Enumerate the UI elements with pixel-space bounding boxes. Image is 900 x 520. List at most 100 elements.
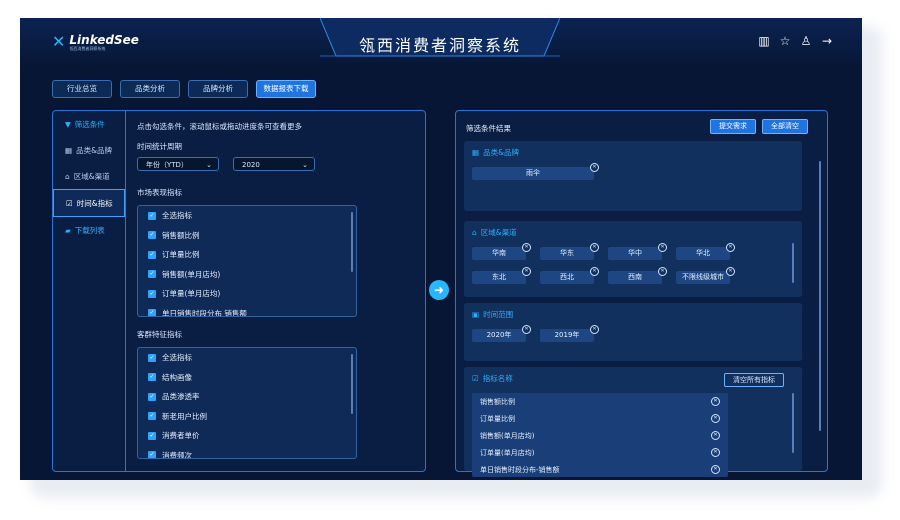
- panel-scrollbar[interactable]: [819, 161, 821, 431]
- list-item[interactable]: ✓ 消费者单价: [138, 426, 356, 446]
- list-item[interactable]: ✓ 订单量比例: [138, 245, 356, 265]
- close-icon[interactable]: ✕: [522, 325, 531, 334]
- scrollbar[interactable]: [792, 393, 794, 453]
- year-select[interactable]: 2020 ⌄: [233, 157, 315, 171]
- close-icon[interactable]: ✕: [658, 243, 667, 252]
- sidebar-item-label: 品类&品牌: [76, 145, 112, 155]
- card-title: ▣ 时间范围: [472, 309, 513, 320]
- period-label: 时间统计周期: [137, 142, 182, 151]
- market-label: 市场表现指标: [137, 188, 182, 197]
- close-icon[interactable]: ✕: [711, 397, 720, 406]
- list-item[interactable]: ✓ 结构画像: [138, 368, 356, 388]
- chip: 西北: [540, 271, 594, 284]
- close-icon[interactable]: ✕: [726, 243, 735, 252]
- close-icon[interactable]: ✕: [590, 267, 599, 276]
- sidebar-item-category-brand[interactable]: ▦ 品类&品牌: [53, 137, 125, 163]
- list-item-label: 单日销售时段分布 销售额: [162, 308, 247, 317]
- list-item-label: 销售额(单月店均): [480, 431, 535, 440]
- clear-indicators-button[interactable]: 清空所有指标: [724, 373, 784, 387]
- close-icon[interactable]: ✕: [590, 243, 599, 252]
- close-icon[interactable]: ✕: [658, 267, 667, 276]
- region-channel-card: ⌂ 区域&渠道 华南 华东 华中 华北 东北 西北 西南 不限线级城市 ✕ ✕ ✕…: [464, 221, 802, 297]
- book-icon[interactable]: ▥: [757, 34, 771, 48]
- checkbox-checked-icon[interactable]: ✓: [148, 211, 156, 220]
- header-actions: ▥ ☆ ♙ →: [757, 34, 834, 48]
- arrow-right-icon[interactable]: ➜: [429, 280, 449, 300]
- app-window: ✕ LinkedSee 瓴西消费者洞察系统 瓴西消费者洞察系统 ▥ ☆ ♙ → …: [20, 18, 862, 480]
- tab-category-analysis[interactable]: 品类分析: [120, 80, 180, 98]
- scrollbar[interactable]: [351, 354, 353, 414]
- close-icon[interactable]: ✕: [711, 431, 720, 440]
- checkbox-checked-icon[interactable]: ✓: [148, 412, 156, 421]
- chip: 东北: [472, 271, 526, 284]
- close-icon[interactable]: ✕: [711, 414, 720, 423]
- checkbox-checked-icon[interactable]: ✓: [148, 250, 156, 259]
- logo-name: LinkedSee: [69, 33, 139, 47]
- list-item[interactable]: ✓ 单日销售时段分布 销售额: [138, 304, 356, 317]
- close-icon[interactable]: ✕: [726, 267, 735, 276]
- checkbox-checked-icon[interactable]: ✓: [148, 373, 156, 382]
- scrollbar[interactable]: [792, 243, 794, 283]
- checkbox-checked-icon[interactable]: ✓: [148, 431, 156, 440]
- chevron-down-icon: ⌄: [302, 161, 308, 169]
- scrollbar[interactable]: [351, 212, 353, 272]
- tab-industry-overview[interactable]: 行业总览: [52, 80, 112, 98]
- market-checkbox-list[interactable]: ✓ 全选指标 ✓ 销售额比例 ✓ 订单量比例 ✓ 销售额(单月店均) ✓ 订单量(单月店均…: [137, 205, 357, 317]
- checkbox-checked-icon[interactable]: ✓: [148, 270, 156, 279]
- sidebar-item-download-list[interactable]: ▰ 下载列表: [53, 217, 125, 243]
- list-item[interactable]: ✓ 品类渗透率: [138, 387, 356, 407]
- list-item[interactable]: ✓ 销售额比例: [138, 226, 356, 246]
- close-icon[interactable]: ✕: [522, 243, 531, 252]
- card-title-text: 指标名称: [482, 374, 513, 383]
- card-title: ☑ 指标名称: [472, 373, 513, 384]
- list-item[interactable]: ✓ 新老用户比例: [138, 407, 356, 427]
- chip: 华东: [540, 247, 594, 260]
- crowd-checkbox-list[interactable]: ✓ 全选指标 ✓ 结构画像 ✓ 品类渗透率 ✓ 新老用户比例 ✓ 消费者单价 ✓ 消费频次: [137, 347, 357, 459]
- crowd-label: 客群特征指标: [137, 330, 182, 339]
- user-icon[interactable]: ♙: [799, 34, 813, 48]
- sidebar-item-filter[interactable]: ▼ 筛选条件: [53, 111, 125, 137]
- list-item[interactable]: ✓ 全选指标: [138, 348, 356, 368]
- sidebar-item-time-indicator[interactable]: ☑ 时间&指标: [53, 189, 125, 217]
- period-select[interactable]: 年份（YTD） ⌄: [137, 157, 219, 171]
- logout-arrow-icon[interactable]: →: [820, 34, 834, 48]
- list-item[interactable]: ✓ 订单量(单月店均): [138, 284, 356, 304]
- list-item-label: 订单量(单月店均): [480, 448, 535, 457]
- chip: 2020年: [472, 329, 526, 342]
- sidebar-item-region-channel[interactable]: ⌂ 区域&渠道: [53, 163, 125, 189]
- submit-button[interactable]: 提交需求: [710, 119, 756, 134]
- checkbox-checked-icon[interactable]: ✓: [148, 309, 156, 316]
- chip: 雨伞: [472, 167, 594, 180]
- list-item-label: 消费者单价: [162, 431, 200, 441]
- close-icon[interactable]: ✕: [590, 325, 599, 334]
- filter-icon: ▼: [65, 119, 71, 129]
- card-title-text: 品类&品牌: [483, 148, 519, 157]
- list-item[interactable]: ✓ 销售额(单月店均): [138, 265, 356, 285]
- checkbox-checked-icon[interactable]: ✓: [148, 353, 156, 362]
- checkbox-checked-icon[interactable]: ✓: [148, 289, 156, 298]
- checkbox-checked-icon[interactable]: ✓: [148, 392, 156, 401]
- checkbox-icon: ☑: [472, 374, 479, 383]
- list-item-label: 结构画像: [162, 372, 192, 382]
- chip: 华南: [472, 247, 526, 260]
- clear-all-button[interactable]: 全部清空: [762, 119, 808, 134]
- list-item-label: 销售额(单月店均): [162, 269, 221, 279]
- list-item: 销售额(单月店均) ✕: [472, 427, 728, 444]
- close-icon[interactable]: ✕: [711, 448, 720, 457]
- list-item[interactable]: ✓ 全选指标: [138, 206, 356, 226]
- chip: 华中: [608, 247, 662, 260]
- category-brand-card: ▦ 品类&品牌 雨伞 ✕: [464, 141, 802, 211]
- checkbox-checked-icon[interactable]: ✓: [148, 231, 156, 240]
- list-item[interactable]: ✓ 消费频次: [138, 446, 356, 459]
- close-icon[interactable]: ✕: [522, 267, 531, 276]
- list-item-label: 消费频次: [162, 450, 192, 459]
- tab-brand-analysis[interactable]: 品牌分析: [188, 80, 248, 98]
- star-icon[interactable]: ☆: [778, 34, 792, 48]
- tab-report-download[interactable]: 数据报表下载: [256, 80, 316, 98]
- list-item: 订单量(单月店均) ✕: [472, 444, 728, 461]
- close-icon[interactable]: ✕: [711, 465, 720, 474]
- calendar-icon: ▣: [472, 310, 480, 319]
- list-item-label: 全选指标: [162, 211, 192, 221]
- close-icon[interactable]: ✕: [590, 163, 599, 172]
- checkbox-checked-icon[interactable]: ✓: [148, 451, 156, 458]
